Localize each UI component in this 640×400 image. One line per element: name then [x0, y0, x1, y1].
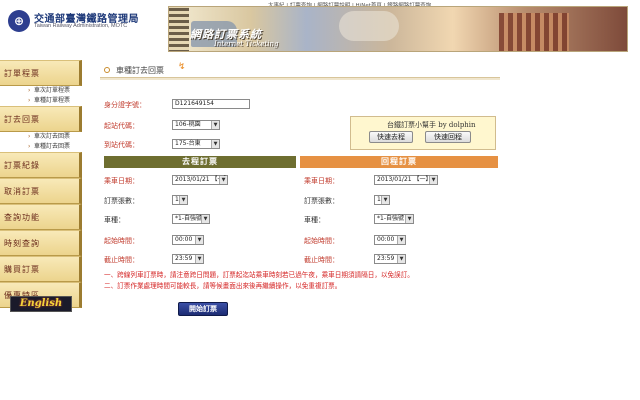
sparkle-icon: ↯: [178, 62, 186, 72]
go-start-value: 00:00: [175, 236, 193, 243]
page-title: 車種訂去回票: [116, 66, 164, 75]
back-start-value: 00:00: [377, 236, 395, 243]
back-type-select[interactable]: *1-自強號 ▼: [374, 214, 414, 224]
to-station-label: 到站代碼：: [104, 141, 139, 149]
go-start-label: 起始時間：: [104, 237, 139, 245]
banner-subtitle: Internet Ticketing: [214, 40, 279, 48]
sidebar-item-single-ticket[interactable]: 訂單程票: [0, 60, 82, 86]
back-start-select[interactable]: 00:00 ▼: [374, 235, 406, 245]
back-date-value: 2013/01/21 【一】: [377, 176, 432, 183]
helper-title: 台鐵訂票小幫手 by dolphin: [387, 121, 476, 129]
note-line: 一、跨線列車訂票時，請注意跨日問題，訂票起迄站乘車時刻若已過午夜，乘車日期須請隔…: [104, 271, 414, 279]
station-building-image: [499, 13, 569, 51]
chevron-down-icon: ▼: [195, 236, 203, 244]
chevron-down-icon: ▼: [381, 196, 389, 204]
sidebar-item-round-trip[interactable]: 訂去回票: [0, 106, 82, 132]
to-station-value: 175-台東: [175, 140, 201, 147]
sidebar-subitem-single-by-train[interactable]: 車次訂單程票: [0, 86, 82, 96]
back-qty-select[interactable]: 1 ▼: [374, 195, 390, 205]
note-line: 二、訂票作業處理時間可能較長，請等候畫面出來後再繼續操作，以免重複訂票。: [104, 282, 342, 290]
from-station-label: 起站代碼：: [104, 122, 139, 130]
chevron-down-icon: ▼: [211, 140, 219, 148]
helper-box: 台鐵訂票小幫手 by dolphin 快速去程 快速回程: [350, 116, 496, 150]
sidebar-subitem-round-by-train[interactable]: 車次訂去回票: [0, 132, 82, 142]
go-qty-select[interactable]: 1 ▼: [172, 195, 188, 205]
chevron-down-icon: ▼: [405, 215, 413, 223]
go-type-value: *1-自強號: [175, 215, 202, 222]
back-end-label: 截止時間：: [304, 256, 339, 264]
go-end-select[interactable]: 23:59 ▼: [172, 254, 204, 264]
sidebar-item-booking-record[interactable]: 訂票紀錄: [0, 152, 82, 178]
back-end-value: 23:59: [377, 255, 395, 262]
start-booking-button[interactable]: 開始訂票: [178, 302, 228, 316]
banner-strip: [169, 7, 189, 51]
from-station-select[interactable]: 106-桃園 ▼: [172, 120, 220, 130]
go-date-select[interactable]: 2013/01/21 【一】 ▼: [172, 175, 230, 185]
sidebar-item-timetable[interactable]: 時刻查詢: [0, 230, 82, 256]
quick-go-button[interactable]: 快速去程: [369, 131, 413, 143]
id-label: 身分證字號：: [104, 101, 146, 109]
go-end-value: 23:59: [175, 255, 193, 262]
to-station-select[interactable]: 175-台東 ▼: [172, 139, 220, 149]
go-start-select[interactable]: 00:00 ▼: [172, 235, 204, 245]
chevron-down-icon: ▼: [179, 196, 187, 204]
chevron-down-icon: ▼: [429, 176, 437, 184]
sidebar-subitem-single-by-type[interactable]: 車種訂單程票: [0, 96, 82, 106]
back-type-value: *1-自強號: [377, 215, 404, 222]
sidebar-item-purchase[interactable]: 購買訂票: [0, 256, 82, 282]
sidebar-subitem-round-by-type[interactable]: 車種訂去回票: [0, 142, 82, 152]
chevron-down-icon: ▼: [195, 255, 203, 263]
chevron-down-icon: ▼: [211, 121, 219, 129]
title-underline: [100, 78, 500, 80]
go-type-label: 車種：: [104, 216, 125, 224]
back-start-label: 起始時間：: [304, 237, 339, 245]
from-station-value: 106-桃園: [175, 121, 201, 128]
back-type-label: 車種：: [304, 216, 325, 224]
chevron-down-icon: ▼: [201, 215, 209, 223]
english-button[interactable]: English: [10, 296, 72, 312]
chevron-down-icon: ▼: [397, 255, 405, 263]
back-date-select[interactable]: 2013/01/21 【一】 ▼: [374, 175, 438, 185]
go-date-label: 乘車日期：: [104, 177, 139, 185]
back-end-select[interactable]: 23:59 ▼: [374, 254, 406, 264]
back-panel-header: 回程訂票: [300, 156, 498, 168]
sidebar: 訂單程票 車次訂單程票 車種訂單程票 訂去回票 車次訂去回票 車種訂去回票 訂票…: [0, 60, 82, 315]
cloud-image: [339, 11, 399, 41]
go-end-label: 截止時間：: [104, 256, 139, 264]
railway-logo-icon[interactable]: ⊕: [8, 10, 30, 32]
sidebar-item-query[interactable]: 查詢功能: [0, 204, 82, 230]
back-qty-label: 訂票張數：: [304, 197, 339, 205]
chevron-down-icon: ▼: [397, 236, 405, 244]
go-qty-label: 訂票張數：: [104, 197, 139, 205]
chevron-down-icon: ▼: [219, 176, 227, 184]
title-bullet-icon: [104, 67, 110, 73]
go-panel-header: 去程訂票: [104, 156, 296, 168]
org-name-en: Taiwan Railway Administration, MOTC: [34, 23, 128, 29]
header: ⊕ 交通部臺灣鐵路管理局 Taiwan Railway Administrati…: [0, 0, 640, 54]
quick-back-button[interactable]: 快速回程: [425, 131, 471, 143]
page-title-row: 車種訂去回票 ↯: [100, 62, 500, 80]
sidebar-item-cancel[interactable]: 取消訂票: [0, 178, 82, 204]
back-date-label: 乘車日期：: [304, 177, 339, 185]
id-input[interactable]: D121649154: [172, 99, 250, 109]
booking-notes: 一、跨線列車訂票時，請注意跨日問題，訂票起迄站乘車時刻若已過午夜，乘車日期須請隔…: [104, 270, 414, 292]
go-type-select[interactable]: *1-自強號 ▼: [172, 214, 210, 224]
